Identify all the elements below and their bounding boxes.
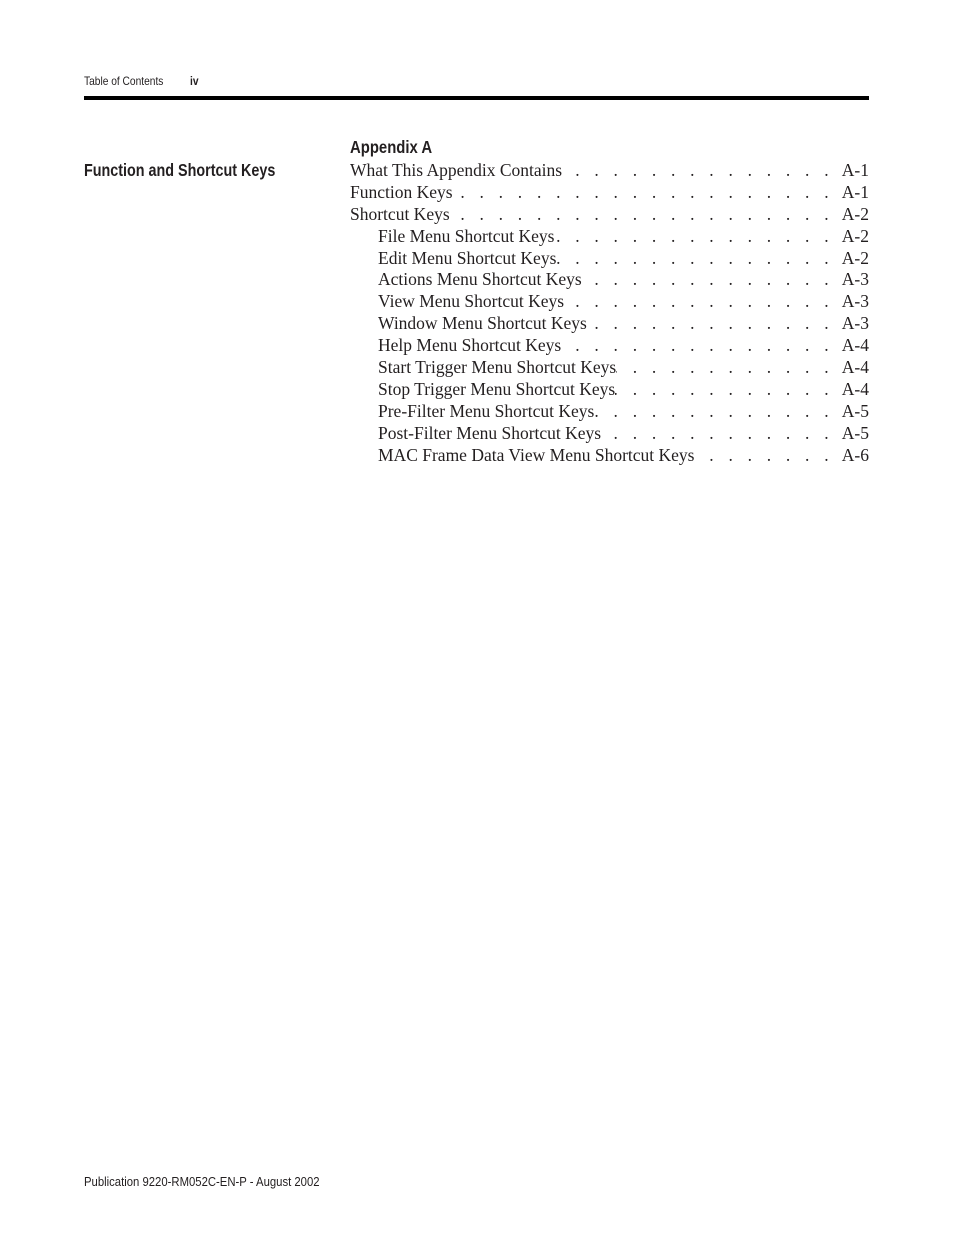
toc-entry-page: A-2 — [841, 225, 869, 246]
toc-entry[interactable]: Start Trigger Menu Shortcut Keys. . . . … — [350, 357, 869, 379]
toc-dot-leader: . . . . . . . . . . . . . . . . . . . . … — [561, 335, 834, 356]
toc-entry-page: A-5 — [841, 422, 869, 443]
toc-entry-label: Post-Filter Menu Shortcut Keys — [378, 422, 602, 443]
toc-dot-leader: . . . . . . . . . . . . . . . . . . . . … — [695, 444, 834, 465]
toc-dot-leader: . . . . . . . . . . . . . . . . . . . . … — [587, 313, 834, 334]
side-heading: Function and Shortcut Keys — [84, 160, 276, 180]
footer-publication: Publication 9220-RM052C-EN-P - August 20… — [84, 1174, 320, 1189]
toc-entry-label: Window Menu Shortcut Keys — [378, 313, 587, 334]
toc-dot-leader: . . . . . . . . . . . . . . . . . . . . … — [615, 378, 834, 399]
toc-entry-label: Shortcut Keys — [350, 203, 450, 224]
toc-entry[interactable]: Help Menu Shortcut Keys. . . . . . . . .… — [350, 335, 869, 357]
toc-entry-page: A-1 — [841, 181, 869, 202]
toc-entry-label: Actions Menu Shortcut Keys — [378, 269, 582, 290]
toc-entry-label: Start Trigger Menu Shortcut Keys — [378, 357, 617, 378]
toc-entry-label: View Menu Shortcut Keys — [378, 291, 565, 312]
header-section-title: Table of Contents — [84, 74, 164, 88]
toc-entry-label: Function Keys — [350, 181, 453, 202]
toc-entry-label: Stop Trigger Menu Shortcut Keys — [378, 378, 616, 399]
toc-entry-page: A-6 — [841, 444, 869, 465]
toc-dot-leader: . . . . . . . . . . . . . . . . . . . . … — [616, 357, 834, 378]
toc-entry-page: A-3 — [841, 313, 869, 334]
toc-entry[interactable]: Pre-Filter Menu Shortcut Keys. . . . . .… — [350, 401, 869, 423]
toc-dot-leader: . . . . . . . . . . . . . . . . . . . . … — [562, 160, 834, 180]
toc-entry-label: MAC Frame Data View Menu Shortcut Keys — [378, 444, 695, 465]
toc-dot-leader: . . . . . . . . . . . . . . . . . . . . … — [594, 400, 834, 421]
toc-entry[interactable]: Shortcut Keys. . . . . . . . . . . . . .… — [350, 204, 869, 226]
toc-entry[interactable]: Post-Filter Menu Shortcut Keys. . . . . … — [350, 423, 869, 445]
toc-entries: What This Appendix Contains. . . . . . .… — [350, 160, 869, 466]
toc-dot-leader: . . . . . . . . . . . . . . . . . . . . … — [450, 203, 834, 224]
toc-entry-label: Pre-Filter Menu Shortcut Keys — [378, 400, 595, 421]
toc-entry-page: A-4 — [841, 378, 869, 399]
toc-entry[interactable]: Stop Trigger Menu Shortcut Keys. . . . .… — [350, 379, 869, 401]
toc-dot-leader: . . . . . . . . . . . . . . . . . . . . … — [564, 291, 834, 312]
toc-entry[interactable]: Window Menu Shortcut Keys. . . . . . . .… — [350, 313, 869, 335]
toc-entry-label: What This Appendix Contains — [350, 160, 563, 180]
table-of-contents: Appendix A What This Appendix Contains. … — [350, 136, 869, 466]
toc-entry-page: A-2 — [841, 203, 869, 224]
toc-entry[interactable]: File Menu Shortcut Keys. . . . . . . . .… — [350, 226, 869, 248]
toc-entry[interactable]: View Menu Shortcut Keys. . . . . . . . .… — [350, 291, 869, 313]
toc-dot-leader: . . . . . . . . . . . . . . . . . . . . … — [453, 181, 834, 202]
running-header: Table of Contents iv — [84, 74, 199, 88]
toc-entry-label: File Menu Shortcut Keys — [378, 225, 555, 246]
toc-entry-label: Help Menu Shortcut Keys — [378, 335, 562, 356]
appendix-title: Appendix A — [350, 137, 433, 157]
toc-entry-page: A-2 — [841, 247, 869, 268]
toc-entry-page: A-4 — [841, 357, 869, 378]
toc-entry[interactable]: MAC Frame Data View Menu Shortcut Keys. … — [350, 445, 869, 467]
toc-dot-leader: . . . . . . . . . . . . . . . . . . . . … — [582, 269, 834, 290]
toc-dot-leader: . . . . . . . . . . . . . . . . . . . . … — [554, 225, 834, 246]
toc-entry-page: A-4 — [841, 335, 869, 356]
toc-entry-label: Edit Menu Shortcut Keys — [378, 247, 557, 268]
header-rule — [84, 96, 869, 100]
header-page-number: iv — [190, 74, 199, 88]
toc-entry[interactable]: Actions Menu Shortcut Keys. . . . . . . … — [350, 269, 869, 291]
toc-entry-page: A-1 — [841, 160, 869, 180]
toc-entry-page: A-5 — [841, 400, 869, 421]
toc-entry[interactable]: What This Appendix Contains. . . . . . .… — [350, 160, 869, 182]
toc-entry[interactable]: Function Keys. . . . . . . . . . . . . .… — [350, 182, 869, 204]
toc-dot-leader: . . . . . . . . . . . . . . . . . . . . … — [601, 422, 834, 443]
toc-entry[interactable]: Edit Menu Shortcut Keys. . . . . . . . .… — [350, 248, 869, 270]
toc-entry-page: A-3 — [841, 269, 869, 290]
toc-entry-page: A-3 — [841, 291, 869, 312]
toc-dot-leader: . . . . . . . . . . . . . . . . . . . . … — [556, 247, 834, 268]
